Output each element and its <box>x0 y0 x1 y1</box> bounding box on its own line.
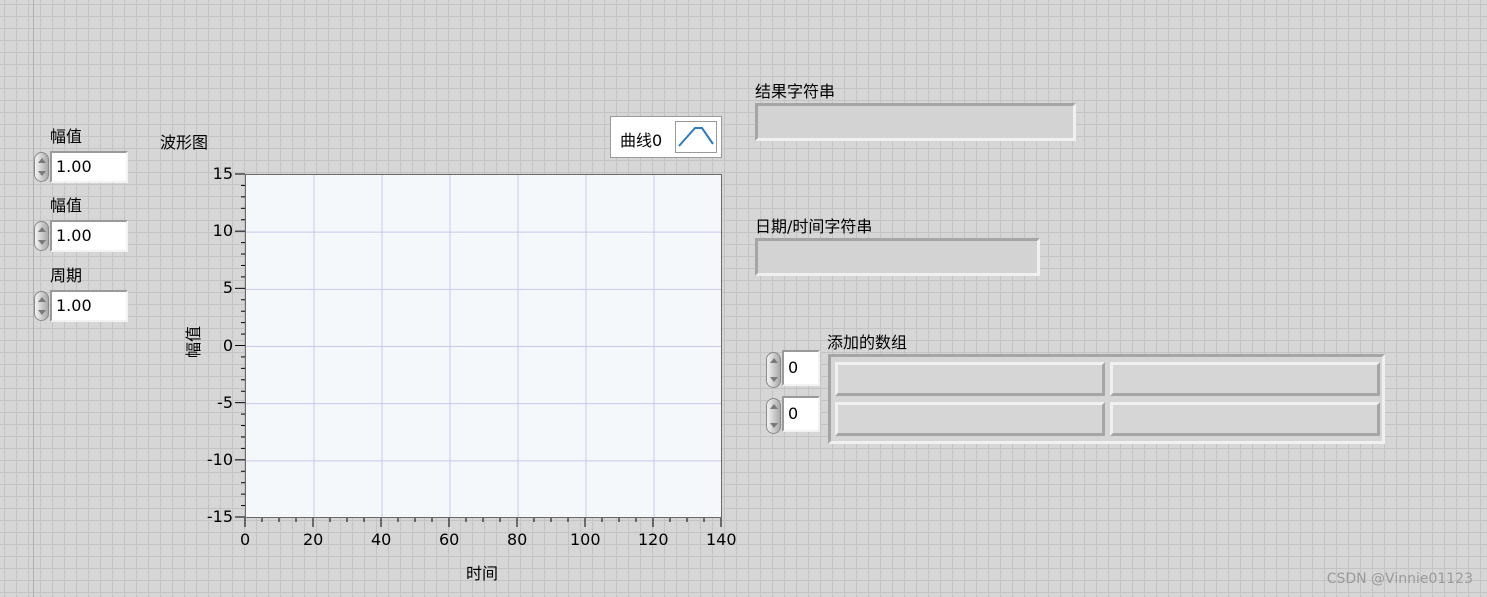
datetime-string-indicator <box>755 238 1040 276</box>
increment-decrement-icon[interactable] <box>766 352 781 388</box>
column-index-input[interactable]: 0 <box>782 396 820 432</box>
x-tick-label: 100 <box>570 530 601 549</box>
plot-grid <box>246 175 721 517</box>
period-label: 周期 <box>50 266 83 285</box>
amplitude-input-2[interactable]: 1.00 <box>50 220 128 252</box>
result-string-indicator <box>755 103 1076 141</box>
result-string-label: 结果字符串 <box>755 82 836 101</box>
increment-decrement-icon[interactable] <box>34 291 49 321</box>
array-cell <box>835 402 1105 436</box>
increment-decrement-icon[interactable] <box>766 398 781 434</box>
y-axis-label: 幅值 <box>184 325 204 359</box>
x-tick-label: 20 <box>303 530 324 549</box>
y-tick-label: 0 <box>222 335 233 355</box>
increment-decrement-icon[interactable] <box>34 152 49 182</box>
y-tick-label: 15 <box>212 164 233 183</box>
x-tick-label: 80 <box>507 530 528 549</box>
graph-title: 波形图 <box>160 133 209 152</box>
y-tick-label: -5 <box>217 392 233 412</box>
period-input[interactable]: 1.00 <box>50 290 128 322</box>
watermark: CSDN @Vinnie01123 <box>1326 571 1473 587</box>
x-tick-label: 0 <box>240 530 251 549</box>
triangle-wave-icon[interactable] <box>675 121 717 153</box>
x-axis-label: 时间 <box>466 564 499 583</box>
plot-area[interactable] <box>245 174 722 518</box>
x-tick-label: 60 <box>439 530 460 549</box>
amplitude-label-2: 幅值 <box>50 196 83 215</box>
array-index-control-column[interactable]: 0 <box>766 396 826 434</box>
array-index-control-row[interactable]: 0 <box>766 350 826 388</box>
period-control[interactable]: 1.00 <box>34 290 130 322</box>
array-cell <box>835 362 1105 396</box>
array-indicator <box>828 354 1385 444</box>
y-tick-label: -10 <box>206 449 233 469</box>
array-label: 添加的数组 <box>827 333 908 352</box>
array-cell <box>1110 402 1380 436</box>
plot-legend[interactable]: 曲线0 <box>610 116 722 158</box>
amplitude-input-1[interactable]: 1.00 <box>50 151 128 183</box>
amplitude-control-1[interactable]: 1.00 <box>34 151 130 183</box>
x-tick-label: 140 <box>706 530 737 549</box>
row-index-input[interactable]: 0 <box>782 350 820 386</box>
increment-decrement-icon[interactable] <box>34 221 49 251</box>
y-tick-label: 5 <box>222 278 233 298</box>
legend-series-name: 曲线0 <box>620 131 663 150</box>
datetime-string-label: 日期/时间字符串 <box>755 217 873 236</box>
array-cell <box>1110 362 1380 396</box>
x-tick-label: 40 <box>371 530 392 549</box>
amplitude-label-1: 幅值 <box>50 127 83 146</box>
y-tick-label: -15 <box>206 507 233 526</box>
x-tick-label: 120 <box>638 530 669 549</box>
y-tick-label: 10 <box>212 221 233 241</box>
amplitude-control-2[interactable]: 1.00 <box>34 220 130 252</box>
